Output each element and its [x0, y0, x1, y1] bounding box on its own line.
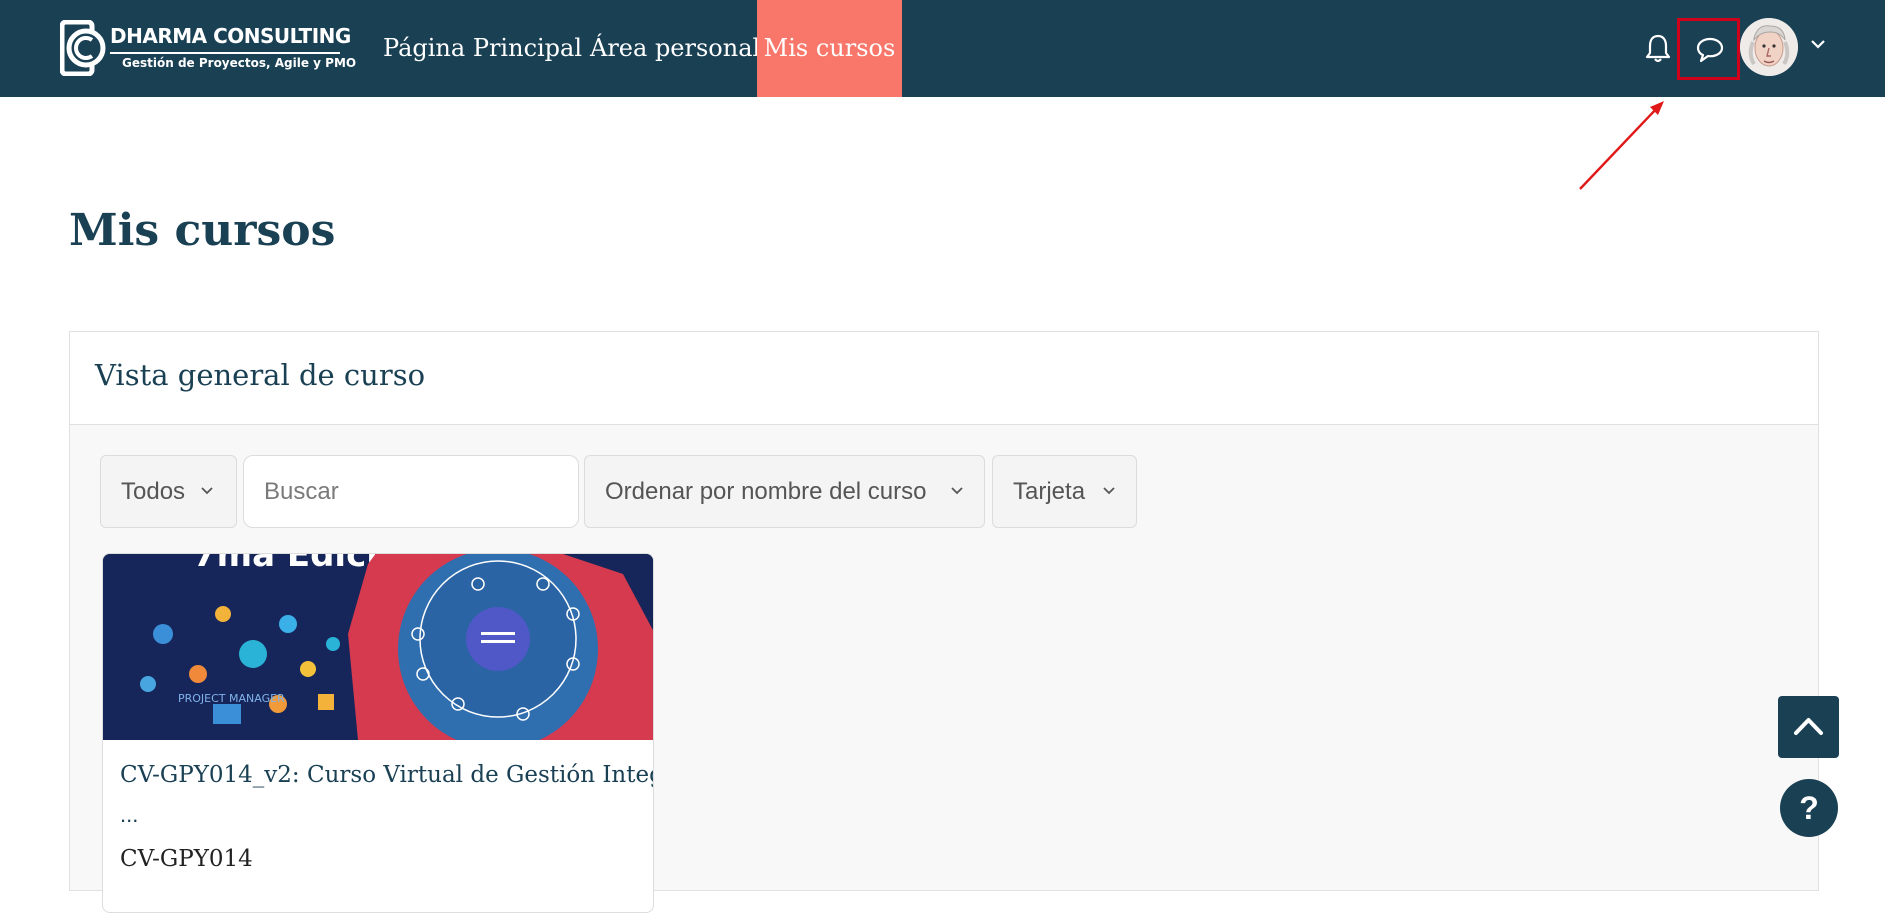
annotation-arrow — [1579, 101, 1664, 190]
filter-dropdown[interactable]: Todos — [100, 455, 237, 528]
view-dropdown-label: Tarjeta — [1013, 478, 1086, 505]
messages-button[interactable] — [1677, 18, 1740, 80]
user-menu-chevron-icon[interactable] — [1809, 37, 1827, 51]
top-navbar: DHARMA CONSULTING Gestión de Proyectos, … — [0, 0, 1885, 97]
course-overview-title: Vista general de curso — [95, 358, 426, 392]
nav-personal-area[interactable]: Área personal — [590, 0, 760, 97]
course-name-link[interactable]: CV-GPY014_v2: Curso Virtual de Gestión I… — [120, 762, 653, 788]
help-button[interactable]: ? — [1780, 779, 1838, 837]
sort-dropdown-label: Ordenar por nombre del curso — [605, 478, 927, 505]
chevron-down-icon — [201, 487, 213, 495]
course-code: CV-GPY014 — [120, 846, 253, 872]
chat-bubble-icon — [1696, 37, 1724, 63]
chevron-up-icon — [1794, 718, 1823, 735]
search-input[interactable]: Buscar — [243, 455, 579, 528]
banner-label: PROJECT MANAGER — [178, 692, 285, 705]
course-overview-card: Vista general de curso Todos Buscar Orde… — [69, 331, 1819, 913]
view-dropdown[interactable]: Tarjeta — [992, 455, 1137, 528]
dc-logo-icon — [60, 20, 106, 76]
brand-divider — [110, 52, 340, 54]
course-image[interactable]: 7ma Edición PROJECT MANAGER — [103, 554, 653, 761]
back-to-top-button[interactable] — [1778, 696, 1839, 758]
course-card[interactable]: 7ma Edición PROJECT MANAGER CV-GPY014_v2… — [102, 553, 654, 913]
course-name-ellipsis: ... — [120, 802, 139, 827]
page-title: Mis cursos — [69, 205, 336, 256]
brand-subtitle: Gestión de Proyectos, Agile y PMO — [122, 56, 357, 70]
avatar-portrait-icon — [1740, 18, 1798, 76]
brand-logo[interactable]: DHARMA CONSULTING Gestión de Proyectos, … — [60, 18, 356, 78]
brand-title: DHARMA CONSULTING — [110, 24, 351, 48]
user-avatar[interactable] — [1740, 18, 1798, 76]
filter-dropdown-label: Todos — [121, 478, 186, 505]
chevron-down-icon — [951, 487, 963, 495]
nav-my-courses[interactable]: Mis cursos — [757, 0, 902, 97]
course-banner-illustration: 7ma Edición PROJECT MANAGER — [103, 554, 653, 761]
search-placeholder: Buscar — [264, 478, 339, 505]
bell-icon[interactable] — [1644, 33, 1672, 63]
course-overview-header: Vista general de curso — [70, 332, 1818, 425]
nav-home[interactable]: Página Principal — [383, 0, 582, 97]
chevron-down-icon — [1103, 487, 1115, 495]
sort-dropdown[interactable]: Ordenar por nombre del curso — [584, 455, 985, 528]
